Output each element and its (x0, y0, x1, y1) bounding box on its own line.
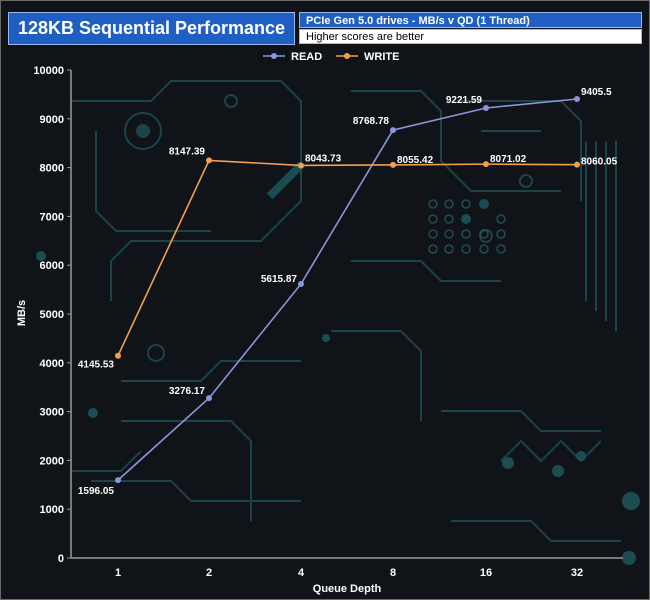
read-data-point (390, 127, 396, 134)
write-data-label: 8055.42 (397, 155, 434, 166)
read-data-label: 5615.87 (261, 274, 298, 285)
read-data-label: 1596.05 (78, 486, 115, 497)
write-data-label: 8060.05 (581, 157, 618, 168)
x-tick-label: 16 (480, 567, 492, 579)
y-tick-label: 6000 (40, 260, 64, 272)
y-tick-label: 10000 (33, 65, 64, 77)
y-tick-label: 8000 (40, 163, 64, 175)
y-tick-label: 9000 (40, 114, 64, 126)
read-data-label: 8768.78 (353, 116, 390, 127)
read-data-point (574, 96, 580, 103)
y-tick-label: 1000 (40, 504, 64, 516)
y-axis-title: MB/s (16, 300, 28, 326)
y-tick-label: 4000 (40, 358, 64, 370)
write-data-point (574, 161, 580, 168)
write-data-label: 8147.39 (169, 146, 206, 157)
read-data-label: 3276.17 (169, 386, 206, 397)
write-data-point (115, 352, 121, 359)
line-chart: READ WRITE 0 1000 2000 3000 4000 5000 6000 7000 8… (16, 51, 623, 595)
read-data-point (298, 280, 304, 287)
read-data-point (115, 477, 121, 484)
read-data-label: 9221.59 (446, 95, 483, 106)
x-tick-label: 32 (571, 567, 583, 579)
legend-marker-read (271, 53, 277, 59)
legend-label-write: WRITE (364, 51, 399, 63)
write-data-point (390, 161, 396, 168)
y-tick-label: 7000 (40, 211, 64, 223)
x-tick-label: 8 (390, 567, 396, 579)
write-series-line (117, 159, 578, 357)
read-data-point (206, 395, 212, 402)
x-tick-label: 1 (115, 567, 121, 579)
legend: READ WRITE (263, 51, 399, 63)
write-data-point (206, 157, 212, 164)
write-data-label: 8043.73 (305, 153, 342, 164)
legend-label-read: READ (291, 51, 322, 63)
legend-marker-write (344, 53, 350, 59)
read-data-label: 9405.5 (581, 87, 612, 98)
read-data-point (483, 104, 489, 111)
y-tick-label: 2000 (40, 455, 64, 467)
y-tick-label: 0 (58, 553, 64, 565)
x-tick-label: 4 (298, 567, 305, 579)
y-tick-label: 5000 (40, 309, 64, 321)
x-axis-title: Queue Depth (313, 583, 382, 595)
y-axis: 0 1000 2000 3000 4000 5000 6000 7000 8000 9000 100… (33, 65, 72, 565)
series-group: 1596.05 3276.17 5615.87 8768.78 9221.59 9405.… (78, 87, 618, 497)
x-tick-label: 2 (206, 567, 212, 579)
write-data-point (483, 161, 489, 168)
x-axis: 1 2 4 8 16 32 (71, 557, 623, 579)
chart-frame: 128KB Sequential Performance PCIe Gen 5.… (0, 0, 650, 600)
write-data-point (298, 162, 304, 169)
write-data-label: 4145.53 (78, 360, 115, 371)
y-tick-label: 3000 (40, 407, 64, 419)
write-data-label: 8071.02 (490, 154, 527, 165)
